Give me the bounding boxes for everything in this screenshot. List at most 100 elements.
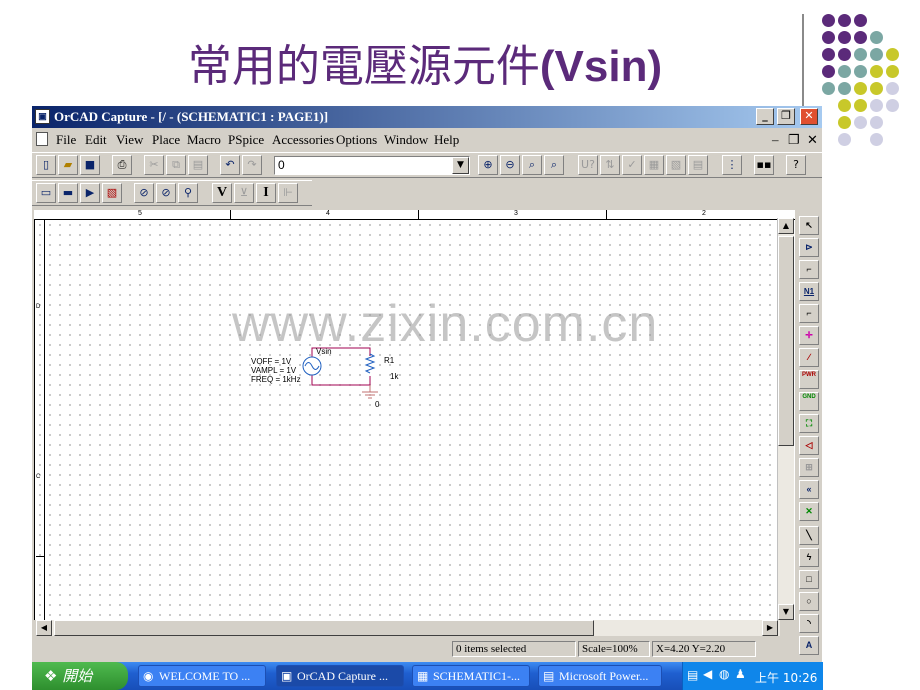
new-simulation-icon[interactable]: ▭ <box>36 183 56 203</box>
place-polyline-icon[interactable]: ϟ <box>799 548 819 567</box>
zoom-out-icon[interactable]: ⊖ <box>500 155 520 175</box>
select-icon[interactable]: ↖ <box>799 216 819 235</box>
horizontal-scrollbar[interactable]: ◀ ▶ <box>36 620 780 636</box>
doc-minimize-icon[interactable]: – <box>772 132 779 148</box>
voltage-differential-icon[interactable]: ⊘ <box>156 183 176 203</box>
dot <box>838 99 851 112</box>
bias-icon[interactable]: ⊻ <box>234 183 254 203</box>
current-marker-icon[interactable]: I <box>256 183 276 203</box>
task-orcad[interactable]: ▣ OrCAD Capture ... <box>276 665 404 687</box>
view-results-icon[interactable]: ▧ <box>102 183 122 203</box>
menu-edit[interactable]: Edit <box>85 132 107 148</box>
place-rectangle-icon[interactable]: □ <box>799 570 819 589</box>
save-icon[interactable]: ■ <box>80 155 100 175</box>
scroll-up-icon[interactable]: ▲ <box>778 218 794 234</box>
app-icon[interactable]: ▣ <box>35 109 50 124</box>
redo-icon[interactable]: ↷ <box>242 155 262 175</box>
vertical-scroll-thumb[interactable] <box>778 236 794 446</box>
part-combo[interactable]: 0 <box>274 156 470 175</box>
tray-expand-icon[interactable]: ◀ <box>703 667 712 681</box>
dot <box>886 48 899 61</box>
start-button[interactable]: ❖ 開始 <box>32 662 128 690</box>
slide-title-cjk: 常用的電壓源元件 <box>187 41 540 92</box>
chevron-down-icon[interactable]: ▼ <box>452 157 469 174</box>
zoom-all-icon[interactable]: ⌕ <box>544 155 564 175</box>
restore-button[interactable]: ❐ <box>777 108 795 125</box>
minimize-button[interactable]: _ <box>756 108 774 125</box>
menu-options[interactable]: Options <box>336 132 377 148</box>
orcad-icon: ▣ <box>281 669 293 683</box>
task-welcome[interactable]: ◉ WELCOME TO ... <box>138 665 266 687</box>
window-titlebar[interactable]: ▣ OrCAD Capture - [/ - (SCHEMATIC1 : PAG… <box>32 106 822 128</box>
place-wire-icon[interactable]: ⌐ <box>799 260 819 279</box>
new-icon[interactable]: ▯ <box>36 155 56 175</box>
probe-icon[interactable]: ⊘ <box>134 183 154 203</box>
drc-icon[interactable]: ✓ <box>622 155 642 175</box>
dot <box>870 99 883 112</box>
zoom-area-icon[interactable]: ⌕ <box>522 155 542 175</box>
source-freq: FREQ = 1kHz <box>251 375 301 384</box>
place-line-icon[interactable]: ╲ <box>799 526 819 545</box>
back-annotate-icon[interactable]: ⇅ <box>600 155 620 175</box>
browser-icon: ◉ <box>143 669 154 683</box>
place-hierarchical-port-icon[interactable]: ⊞ <box>799 458 819 477</box>
power-marker-icon[interactable]: ⊩ <box>278 183 298 203</box>
document-icon[interactable] <box>36 132 48 146</box>
menu-macro[interactable]: Macro <box>187 132 221 148</box>
place-off-page-icon[interactable]: ⛶ <box>799 414 819 433</box>
vertical-scrollbar[interactable]: ▲ ▼ <box>777 218 794 620</box>
open-icon[interactable]: ▰ <box>58 155 78 175</box>
place-hierarchical-pin-icon[interactable]: « <box>799 480 819 499</box>
keyboard-icon[interactable]: ▤ <box>687 668 698 682</box>
place-bus-icon[interactable]: ⌐ <box>799 304 819 323</box>
ruler-label: 4 <box>326 210 330 217</box>
menu-view[interactable]: View <box>116 132 143 148</box>
place-part-icon[interactable]: ⊳ <box>799 238 819 257</box>
power-dissipation-icon[interactable]: ⚲ <box>178 183 198 203</box>
menu-pspice[interactable]: PSpice <box>228 132 264 148</box>
help-icon[interactable]: ? <box>786 155 806 175</box>
print-icon[interactable]: ⎙ <box>112 155 132 175</box>
place-no-connect-icon[interactable]: ✕ <box>799 502 819 521</box>
horizontal-scroll-thumb[interactable] <box>54 620 594 636</box>
doc-restore-icon[interactable]: ❐ <box>788 132 800 148</box>
netlist-icon[interactable]: ▦ <box>644 155 664 175</box>
scroll-left-icon[interactable]: ◀ <box>36 620 52 636</box>
edit-simulation-icon[interactable]: ▬ <box>58 183 78 203</box>
place-net-alias-icon[interactable]: N1 <box>799 282 819 301</box>
menu-file[interactable]: File <box>56 132 76 148</box>
project-manager-icon[interactable]: ▪▪ <box>754 155 774 175</box>
dot <box>838 133 851 146</box>
user-icon[interactable]: ♟ <box>735 667 746 681</box>
voltage-marker-icon[interactable]: V <box>212 183 232 203</box>
close-button[interactable]: ✕ <box>800 108 818 125</box>
place-ellipse-icon[interactable]: ○ <box>799 592 819 611</box>
snap-to-grid-icon[interactable]: ⋮ <box>722 155 742 175</box>
place-junction-icon[interactable]: ✛ <box>799 326 819 345</box>
bill-of-materials-icon[interactable]: ▤ <box>688 155 708 175</box>
run-icon[interactable]: ▶ <box>80 183 100 203</box>
place-arc-icon[interactable]: ◝ <box>799 614 819 633</box>
annotate-icon[interactable]: U? <box>578 155 598 175</box>
cut-icon[interactable]: ✂ <box>144 155 164 175</box>
menu-place[interactable]: Place <box>152 132 180 148</box>
menu-accessories[interactable]: Accessories <box>272 132 334 148</box>
paste-icon[interactable]: ▤ <box>188 155 208 175</box>
place-power-icon[interactable]: PWR <box>799 370 819 389</box>
scroll-down-icon[interactable]: ▼ <box>778 604 794 620</box>
place-hierarchical-block-icon[interactable]: ◁ <box>799 436 819 455</box>
dot <box>838 65 851 78</box>
copy-icon[interactable]: ⧉ <box>166 155 186 175</box>
doc-close-icon[interactable]: ✕ <box>807 132 818 148</box>
place-bus-entry-icon[interactable]: ∕ <box>799 348 819 367</box>
network-icon[interactable]: ◍ <box>719 667 729 681</box>
task-powerpoint[interactable]: ▤ Microsoft Power... <box>538 665 662 687</box>
scroll-right-icon[interactable]: ▶ <box>762 620 778 636</box>
cross-reference-icon[interactable]: ▧ <box>666 155 686 175</box>
menu-help[interactable]: Help <box>434 132 459 148</box>
task-schematic[interactable]: ▦ SCHEMATIC1-... <box>412 665 530 687</box>
zoom-in-icon[interactable]: ⊕ <box>478 155 498 175</box>
menu-window[interactable]: Window <box>384 132 428 148</box>
place-ground-icon[interactable]: GND <box>799 392 819 411</box>
undo-icon[interactable]: ↶ <box>220 155 240 175</box>
